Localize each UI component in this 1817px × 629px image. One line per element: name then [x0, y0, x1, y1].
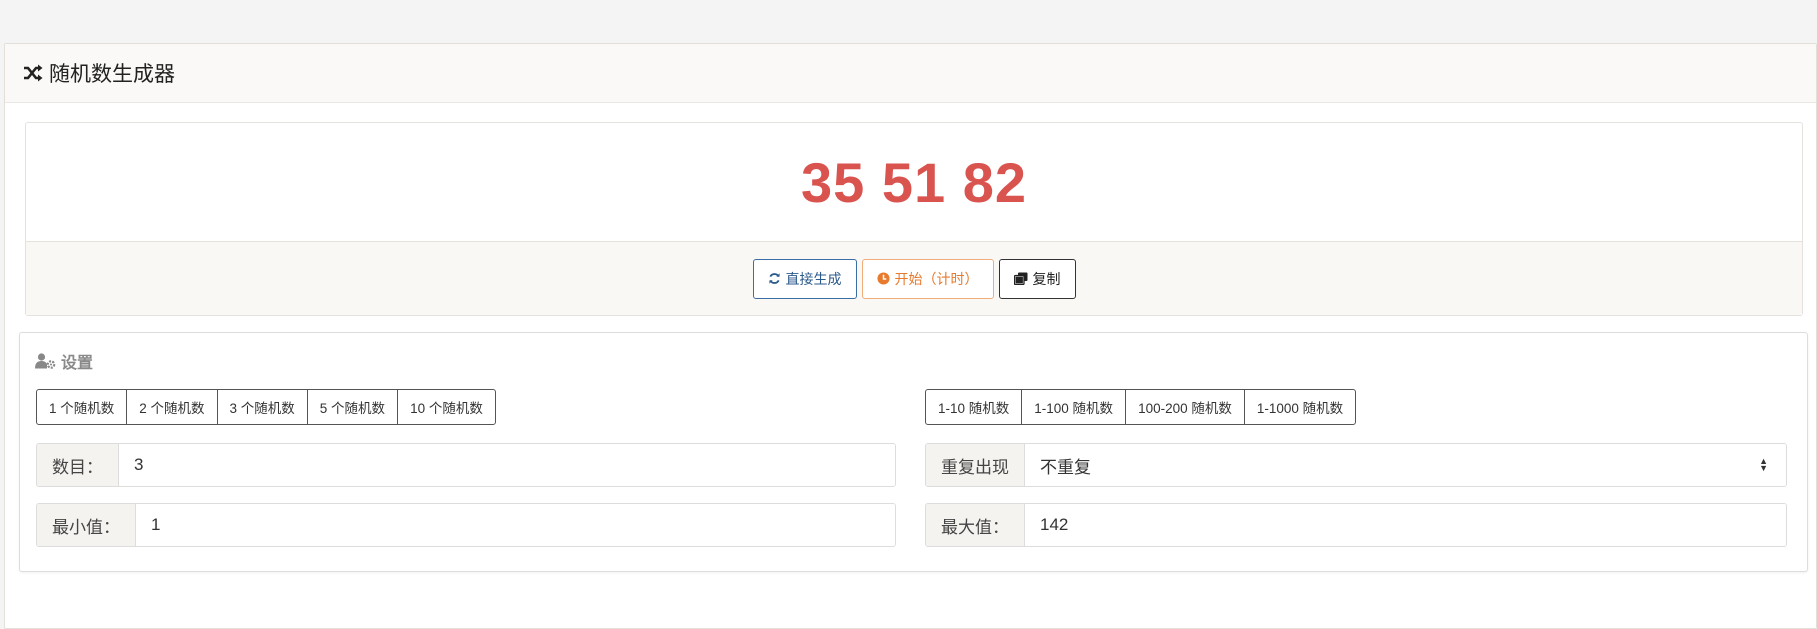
generate-label: 直接生成: [785, 270, 842, 287]
min-input[interactable]: [136, 504, 895, 546]
repeat-field: 重复出现 不重复 ▲ ▼: [925, 443, 1787, 487]
repeat-label: 重复出现: [926, 444, 1025, 486]
count-preset-5[interactable]: 5 个随机数: [306, 389, 399, 425]
range-preset-1-1000[interactable]: 1-1000 随机数: [1243, 389, 1357, 425]
result-value: 35 51 82: [801, 150, 1027, 214]
min-label: 最小值：: [37, 504, 136, 546]
count-field: 数目：: [36, 443, 896, 487]
count-input[interactable]: [119, 444, 895, 486]
settings-panel: 设置 1 个随机数 2 个随机数 3 个随机数 5 个随机数 10 个随机数 1…: [19, 332, 1808, 572]
range-preset-1-10[interactable]: 1-10 随机数: [925, 389, 1023, 425]
result-box: 35 51 82 直接生成 开始（计时） 复制: [25, 122, 1803, 316]
settings-title: 设置: [61, 355, 94, 372]
shuffle-icon: [23, 64, 43, 82]
min-field: 最小值：: [36, 503, 896, 547]
count-label: 数目：: [37, 444, 119, 486]
generate-button[interactable]: 直接生成: [752, 258, 857, 299]
max-field: 最大值：: [925, 503, 1787, 547]
max-label: 最大值：: [926, 504, 1025, 546]
page-title: 随机数生成器: [49, 63, 175, 86]
range-preset-100-200[interactable]: 100-200 随机数: [1125, 389, 1245, 425]
settings-header: 设置: [35, 349, 93, 373]
range-preset-1-100[interactable]: 1-100 随机数: [1021, 389, 1127, 425]
copy-label: 复制: [1032, 270, 1061, 287]
count-preset-group: 1 个随机数 2 个随机数 3 个随机数 5 个随机数 10 个随机数: [36, 389, 496, 425]
result-display: 35 51 82: [26, 123, 1802, 242]
select-arrows-icon: ▲ ▼: [1759, 456, 1768, 473]
count-preset-2[interactable]: 2 个随机数: [126, 389, 218, 425]
range-preset-group: 1-10 随机数 1-100 随机数 100-200 随机数 1-1000 随机…: [925, 389, 1357, 425]
repeat-selected-value: 不重复: [1040, 457, 1091, 477]
max-input[interactable]: [1025, 504, 1786, 546]
refresh-icon: [768, 272, 781, 285]
generator-panel: 随机数生成器 35 51 82 直接生成 开始（计时） 复制 设置 1 个随机数…: [4, 43, 1817, 629]
action-bar: 直接生成 开始（计时） 复制: [26, 242, 1802, 315]
count-preset-3[interactable]: 3 个随机数: [216, 389, 308, 425]
panel-header: 随机数生成器: [5, 44, 1816, 103]
start-timer-button[interactable]: 开始（计时）: [861, 258, 994, 299]
start-label: 开始（计时）: [894, 270, 979, 287]
copy-button[interactable]: 复制: [998, 258, 1076, 299]
copy-icon: [1013, 272, 1028, 285]
count-preset-1[interactable]: 1 个随机数: [36, 389, 128, 425]
user-settings-icon: [35, 353, 56, 369]
count-preset-10[interactable]: 10 个随机数: [397, 389, 496, 425]
repeat-select[interactable]: 不重复 ▲ ▼: [1025, 444, 1786, 486]
clock-icon: [876, 272, 890, 285]
